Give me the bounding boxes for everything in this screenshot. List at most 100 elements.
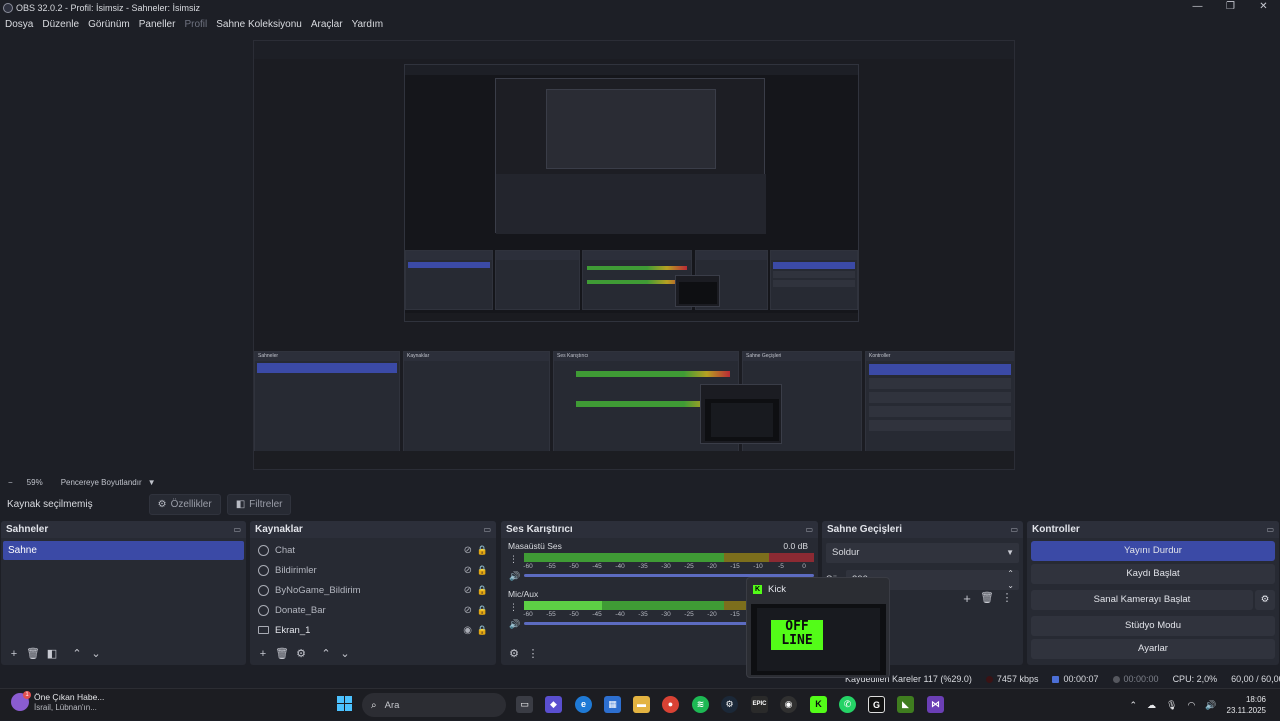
kick-preview-thumbnail[interactable]: OFF LINE <box>751 604 886 675</box>
menu-scene-collection[interactable]: Sahne Koleksiyonu <box>216 19 302 30</box>
copilot-icon[interactable]: ◆ <box>545 696 562 713</box>
onedrive-icon[interactable]: ☁ <box>1147 700 1156 711</box>
task-view-icon[interactable]: ▭ <box>516 696 533 713</box>
zoom-mode-select[interactable]: Pencereye Boyutlandır <box>61 478 142 487</box>
filter-icon[interactable]: ◧ <box>43 645 61 663</box>
arrow-down-icon[interactable]: ⌄ <box>336 645 354 663</box>
bitrate: 7457 kbps <box>985 674 1038 684</box>
chevron-down-icon[interactable]: ▼ <box>148 478 156 487</box>
zoom-out-button[interactable]: − <box>8 478 13 487</box>
more-icon[interactable]: ⋮ <box>997 591 1017 606</box>
trash-icon[interactable]: 🗑 <box>24 645 42 663</box>
add-icon[interactable]: + <box>957 591 977 606</box>
eye-icon[interactable]: ◉ <box>463 625 472 636</box>
maximize-icon[interactable]: ❐ <box>1214 0 1247 15</box>
kick-taskbar-icon[interactable]: K <box>810 696 827 713</box>
add-icon[interactable]: + <box>254 645 272 663</box>
folder-icon[interactable]: ▬ <box>633 696 650 713</box>
gear-icon[interactable]: ⚙ <box>1255 590 1275 610</box>
menu-profile[interactable]: Profil <box>184 19 207 30</box>
trash-icon[interactable]: 🗑 <box>273 645 291 663</box>
spinner-icon[interactable]: ⌃ ⌄ <box>1007 568 1014 592</box>
volume-icon[interactable]: 🔊 <box>1205 700 1216 711</box>
properties-button[interactable]: ⚙ Özellikler <box>148 494 221 515</box>
menu-view[interactable]: Görünüm <box>88 19 130 30</box>
chrome-icon[interactable]: ● <box>662 696 679 713</box>
gear-icon[interactable]: ⚙ <box>292 645 310 663</box>
store-icon[interactable]: ▦ <box>604 696 621 713</box>
float-dock-icon[interactable]: ▭ <box>233 525 241 534</box>
obs-icon[interactable]: ◉ <box>780 696 797 713</box>
more-icon[interactable]: ⋮ <box>524 645 542 663</box>
lock-icon[interactable]: 🔒 <box>477 545 488 556</box>
source-row[interactable]: Donate_Bar ⊘ 🔒 <box>250 600 496 620</box>
trash-icon[interactable]: 🗑 <box>977 591 997 606</box>
chevron-up-icon[interactable]: ⌃ <box>1129 700 1137 711</box>
db-tick-label: -15 <box>730 563 740 570</box>
transition-buttons: + 🗑 ⋮ <box>957 591 1017 606</box>
lock-icon[interactable]: 🔒 <box>477 625 488 636</box>
nvidia-icon[interactable]: ◣ <box>897 696 914 713</box>
filters-label: Filtreler <box>249 499 283 510</box>
menu-file[interactable]: Dosya <box>5 19 33 30</box>
eye-hidden-icon[interactable]: ⊘ <box>464 565 472 576</box>
start-virtual-camera-button[interactable]: Sanal Kamerayı Başlat <box>1031 590 1253 610</box>
wifi-icon[interactable]: ◠ <box>1187 700 1195 711</box>
browser-source-icon <box>258 584 269 596</box>
kick-window-preview[interactable]: K Kick OFF LINE <box>746 577 890 678</box>
epic-games-icon[interactable]: EPIC <box>751 696 768 713</box>
source-row[interactable]: Chat ⊘ 🔒 <box>250 540 496 560</box>
scene-item[interactable]: Sahne <box>3 541 244 560</box>
eye-hidden-icon[interactable]: ⊘ <box>464 605 472 616</box>
more-icon[interactable]: ⋮ <box>509 554 518 565</box>
clock[interactable]: 18:06 23.11.2025 <box>1227 694 1266 716</box>
arrow-up-icon[interactable]: ⌃ <box>68 645 86 663</box>
float-dock-icon[interactable]: ▭ <box>805 525 813 534</box>
menu-edit[interactable]: Düzenle <box>42 19 79 30</box>
settings-button[interactable]: Ayarlar <box>1031 639 1275 659</box>
transition-selected: Soldur <box>832 547 860 558</box>
studio-mode-button[interactable]: Stüdyo Modu <box>1031 616 1275 636</box>
menu-docks[interactable]: Paneller <box>139 19 176 30</box>
preview-area[interactable]: Sahneler Kaynaklar Ses Karıştırıcı Sahne… <box>0 34 1280 474</box>
edge-icon[interactable]: e <box>575 696 592 713</box>
source-row[interactable]: Bildirimler ⊘ 🔒 <box>250 560 496 580</box>
source-row[interactable]: Ekran_1 ◉ 🔒 <box>250 620 496 640</box>
stop-streaming-button[interactable]: Yayını Durdur <box>1031 541 1275 561</box>
more-icon[interactable]: ⋮ <box>509 602 518 613</box>
float-dock-icon[interactable]: ▭ <box>483 525 491 534</box>
news-widget[interactable]: 1 Öne Çıkan Habe... İsrail, Lübnan'ın... <box>11 691 104 712</box>
source-row[interactable]: ByNoGame_Bildirim ⊘ 🔒 <box>250 580 496 600</box>
filters-button[interactable]: ◧ Filtreler <box>226 494 292 515</box>
speaker-icon[interactable]: 🔊 <box>509 571 520 582</box>
spotify-icon[interactable]: ≋ <box>692 696 709 713</box>
arrow-down-icon[interactable]: ⌄ <box>87 645 105 663</box>
transition-select[interactable]: Soldur ▼ <box>826 543 1019 563</box>
eye-hidden-icon[interactable]: ⊘ <box>464 585 472 596</box>
float-dock-icon[interactable]: ▭ <box>1010 525 1018 534</box>
mic-icon[interactable]: 🎙 <box>1166 700 1177 711</box>
preview-canvas[interactable]: Sahneler Kaynaklar Ses Karıştırıcı Sahne… <box>253 40 1015 470</box>
visual-studio-icon[interactable]: ⋈ <box>927 696 944 713</box>
g-app-icon[interactable]: G <box>868 696 885 713</box>
float-dock-icon[interactable]: ▭ <box>1266 525 1274 534</box>
eye-hidden-icon[interactable]: ⊘ <box>464 545 472 556</box>
lock-icon[interactable]: 🔒 <box>477 605 488 616</box>
lock-icon[interactable]: 🔒 <box>477 585 488 596</box>
lock-icon[interactable]: 🔒 <box>477 565 488 576</box>
whatsapp-icon[interactable]: ✆ <box>839 696 856 713</box>
steam-icon[interactable]: ⚙ <box>721 696 738 713</box>
db-tick-label: -35 <box>638 563 648 570</box>
close-icon[interactable]: ✕ <box>1247 0 1280 15</box>
start-recording-button[interactable]: Kaydı Başlat <box>1031 564 1275 584</box>
speaker-icon[interactable]: 🔊 <box>509 619 520 630</box>
gear-icon[interactable]: ⚙ <box>505 645 523 663</box>
taskbar-search[interactable]: ⌕ Ara <box>362 693 506 717</box>
add-icon[interactable]: + <box>5 645 23 663</box>
db-tick-label: -50 <box>569 611 579 618</box>
arrow-up-icon[interactable]: ⌃ <box>317 645 335 663</box>
menu-tools[interactable]: Araçlar <box>311 19 343 30</box>
menu-help[interactable]: Yardım <box>352 19 384 30</box>
minimize-icon[interactable]: — <box>1181 0 1214 15</box>
windows-start-icon[interactable] <box>337 696 353 712</box>
